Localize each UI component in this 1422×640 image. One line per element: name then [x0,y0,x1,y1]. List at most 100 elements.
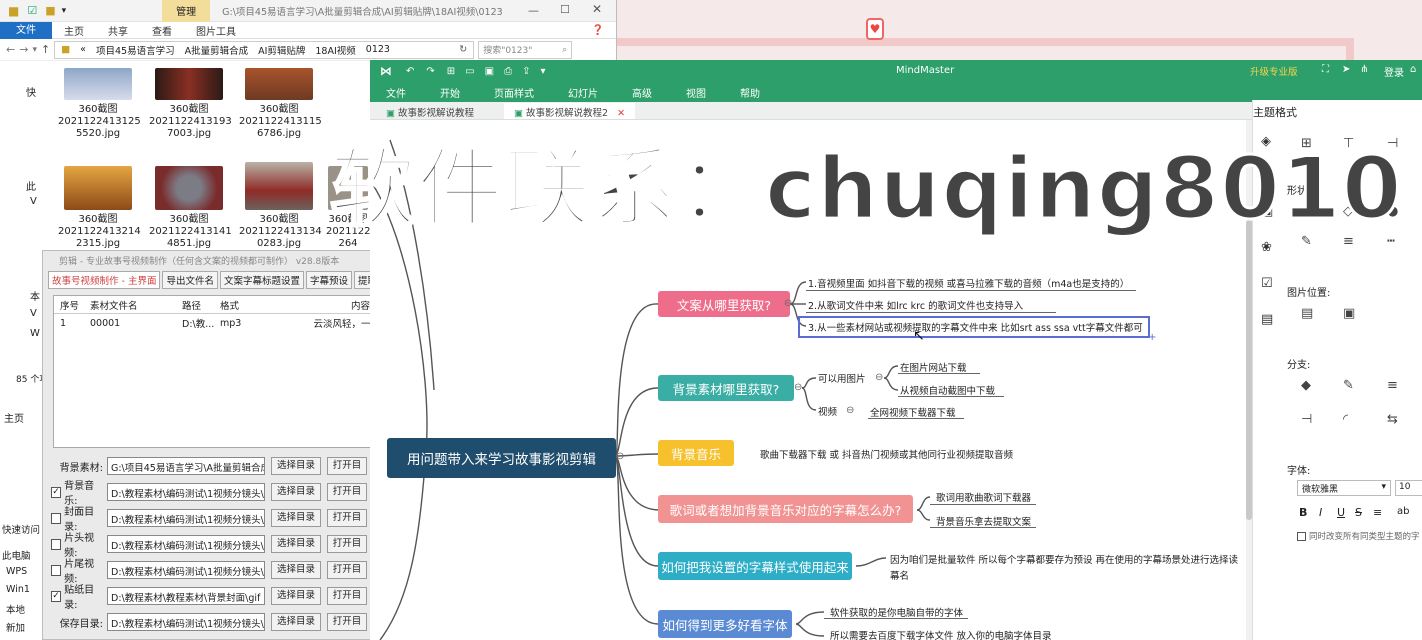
close-icon[interactable]: ✕ [592,2,602,16]
address-crumb[interactable]: A批量剪辑合成 [185,43,249,57]
tab-main[interactable]: 故事号视频制作 - 主界面 [48,271,161,289]
font-size-select[interactable]: 10 [1395,480,1422,496]
send-icon[interactable]: ➤ [1342,64,1350,75]
branch-topic[interactable]: 背景音乐 [658,440,734,466]
file-thumbnail[interactable]: 360截图 2021122413125 5520.jpg [58,68,141,140]
nav-item[interactable]: 本 [30,288,40,303]
path-input[interactable]: D:\教程素材\编码测试\1视频分镜头\00 [107,535,265,553]
path-input[interactable]: G:\项目45易语言学习\A批量剪辑合成\ [107,457,265,475]
tab-picture-tools[interactable]: 图片工具 [184,23,248,38]
tab-home[interactable]: 主页 [4,410,24,425]
select-dir-button[interactable]: 选择目录 [271,561,321,579]
subtopic-selected[interactable]: 3.从一些素材网站或视频提取的字幕文件中来 比如srt ass ssa vtt字… [798,316,1150,338]
italic-icon[interactable]: I [1319,506,1322,519]
address-crumb[interactable]: 18AI视频 [315,43,355,57]
path-input[interactable]: D:\教程素材\编码测试\1视频分镜头\测 [107,483,265,501]
open-dir-button[interactable]: 打开目 [327,613,367,631]
file-thumbnail[interactable]: 360截图 2021122413141 4851.jpg [149,166,232,250]
tab-view[interactable]: 查看 [140,23,184,38]
subtopic[interactable]: 软件获取的是你电脑自带的字体 [830,605,963,619]
select-dir-button[interactable]: 选择目录 [271,457,321,475]
underline-icon[interactable]: U [1337,506,1345,519]
font-family-select[interactable]: 微软雅黑 ▾ [1297,480,1391,496]
subtopic[interactable]: 2.从歌词文件中来 如lrc krc 的歌词文件也支持导入 [808,298,1023,312]
subtopic[interactable]: 歌曲下载器下载 或 抖音热门视频或其他同行业视频提取音频 [760,447,1013,461]
branch-topic[interactable]: 如何把我设置的字幕样式使用起来 [658,552,852,580]
checkbox[interactable] [51,512,62,524]
path-input[interactable]: D:\教程素材\教程素材\背景封面\gif [107,587,265,605]
select-dir-button[interactable]: 选择目录 [271,587,321,605]
strikethrough-icon[interactable]: S [1355,506,1362,519]
file-thumbnail[interactable]: 360截图 2021122413193 7003.jpg [149,68,232,140]
subtopic[interactable]: 视频 [818,404,837,418]
central-topic[interactable]: 用问题带入来学习故事影视剪辑 [387,438,616,478]
image-left-icon[interactable]: ▤ [1301,306,1313,321]
checkbox[interactable]: ✓ [51,590,62,602]
add-topic-icon[interactable]: + [1148,332,1156,343]
nav-this-pc[interactable]: 此 [26,178,36,193]
upgrade-button[interactable]: 升级专业版 [1250,64,1298,78]
up-icon[interactable]: ↑ [41,43,50,56]
nav-item[interactable]: WPS [6,566,27,577]
help-icon[interactable]: ❓ [580,25,616,36]
nav-item[interactable]: Win1 [6,584,30,595]
select-dir-button[interactable]: 选择目录 [271,613,321,631]
subtopic[interactable]: 幕名 [890,568,909,582]
branch-weight-icon[interactable]: ≡ [1387,378,1398,393]
open-dir-button[interactable]: 打开目 [327,561,367,579]
branch-connector-icon[interactable]: ⊣ [1301,412,1312,427]
branch-arrow-icon[interactable]: ⇆ [1387,412,1398,427]
task-icon[interactable]: ☑ [1261,276,1273,291]
gift-icon[interactable]: ⌂ [1410,64,1416,75]
nav-item[interactable]: 本地 [6,602,25,616]
nav-item[interactable]: V [30,308,37,319]
nav-this-pc[interactable]: 此电脑 [2,548,31,562]
address-overflow[interactable]: « [80,44,86,55]
tab-export-name[interactable]: 导出文件名 [162,271,218,289]
minimize-icon[interactable]: — [528,4,539,17]
menu-start[interactable]: 开始 [440,85,460,100]
branch-topic[interactable]: 文案从哪里获取? [658,291,790,317]
subtopic[interactable]: 歌词用歌曲歌词下载器 [936,490,1031,504]
redo-icon[interactable]: ↷ [426,66,434,77]
undo-icon[interactable]: ↶ [406,66,414,77]
open-dir-button[interactable]: 打开目 [327,509,367,527]
branch-topic[interactable]: 如何得到更多好看字体 [658,610,792,638]
bold-icon[interactable]: B [1299,506,1307,519]
login-button[interactable]: 登录 [1384,64,1404,79]
tab-subtitle-preset[interactable]: 字幕预设 [306,271,353,289]
address-crumb[interactable]: 0123 [366,44,390,55]
select-dir-button[interactable]: 选择目录 [271,483,321,501]
note-icon[interactable]: ▤ [1261,312,1273,327]
file-thumbnail[interactable]: 360截图 2021122413134 0283.jpg [239,162,322,250]
new-icon[interactable]: ⊞ [447,66,455,77]
open-dir-button[interactable]: 打开目 [327,535,367,553]
address-crumb[interactable]: AI剪辑贴牌 [258,43,305,57]
collapse-toggle-icon[interactable]: ⊖ [794,382,802,393]
address-crumb[interactable]: 项目45易语言学习 [96,43,175,57]
menu-slides[interactable]: 幻灯片 [568,85,598,100]
subtopic[interactable]: 在图片网站下载 [900,360,967,374]
apply-all-checkbox[interactable]: 同时改变所有同类型主题的字 [1297,530,1420,542]
subtopic[interactable]: 1.音视频里面 如抖音下载的视频 或喜马拉雅下载的音频（m4a也是支持的） [808,276,1129,290]
tab-home[interactable]: 主页 [52,23,96,38]
checkbox[interactable] [51,564,62,576]
tab-subtitle-settings[interactable]: 文案字幕标题设置 [219,271,304,289]
doc-tab-active[interactable]: ▣ 故事影视解说教程2 ✕ [504,103,636,119]
menu-help[interactable]: 帮助 [740,85,760,100]
quick-access-dropdown-icon[interactable]: ▾ [62,6,67,16]
menu-page-style[interactable]: 页面样式 [494,85,534,100]
table-row[interactable]: 1 00001 D:\教... mp3 云淡风轻，一轮 [54,314,376,332]
subtopic[interactable]: 可以用图片 [818,371,866,385]
file-thumbnail[interactable]: 360截图 2021122413214 2315.jpg [58,166,141,250]
subtopic[interactable]: 因为咱们是批量软件 所以每个字幕都要存为预设 再在使用的字幕场景处进行选择读 [890,552,1238,566]
checkbox[interactable] [51,538,62,550]
collapse-toggle-icon[interactable]: ⊖ [616,451,624,462]
file-thumbnail[interactable]: 360截图 2021122413115 6786.jpg [239,68,322,140]
nav-quick-access[interactable]: 快 [26,84,36,99]
forward-icon[interactable]: → [19,43,28,56]
maximize-icon[interactable]: ☐ [560,3,570,16]
refresh-icon[interactable]: ↻ [459,44,467,55]
nav-item[interactable]: V [30,196,37,207]
branch-color-icon[interactable]: ✎ [1343,378,1354,393]
